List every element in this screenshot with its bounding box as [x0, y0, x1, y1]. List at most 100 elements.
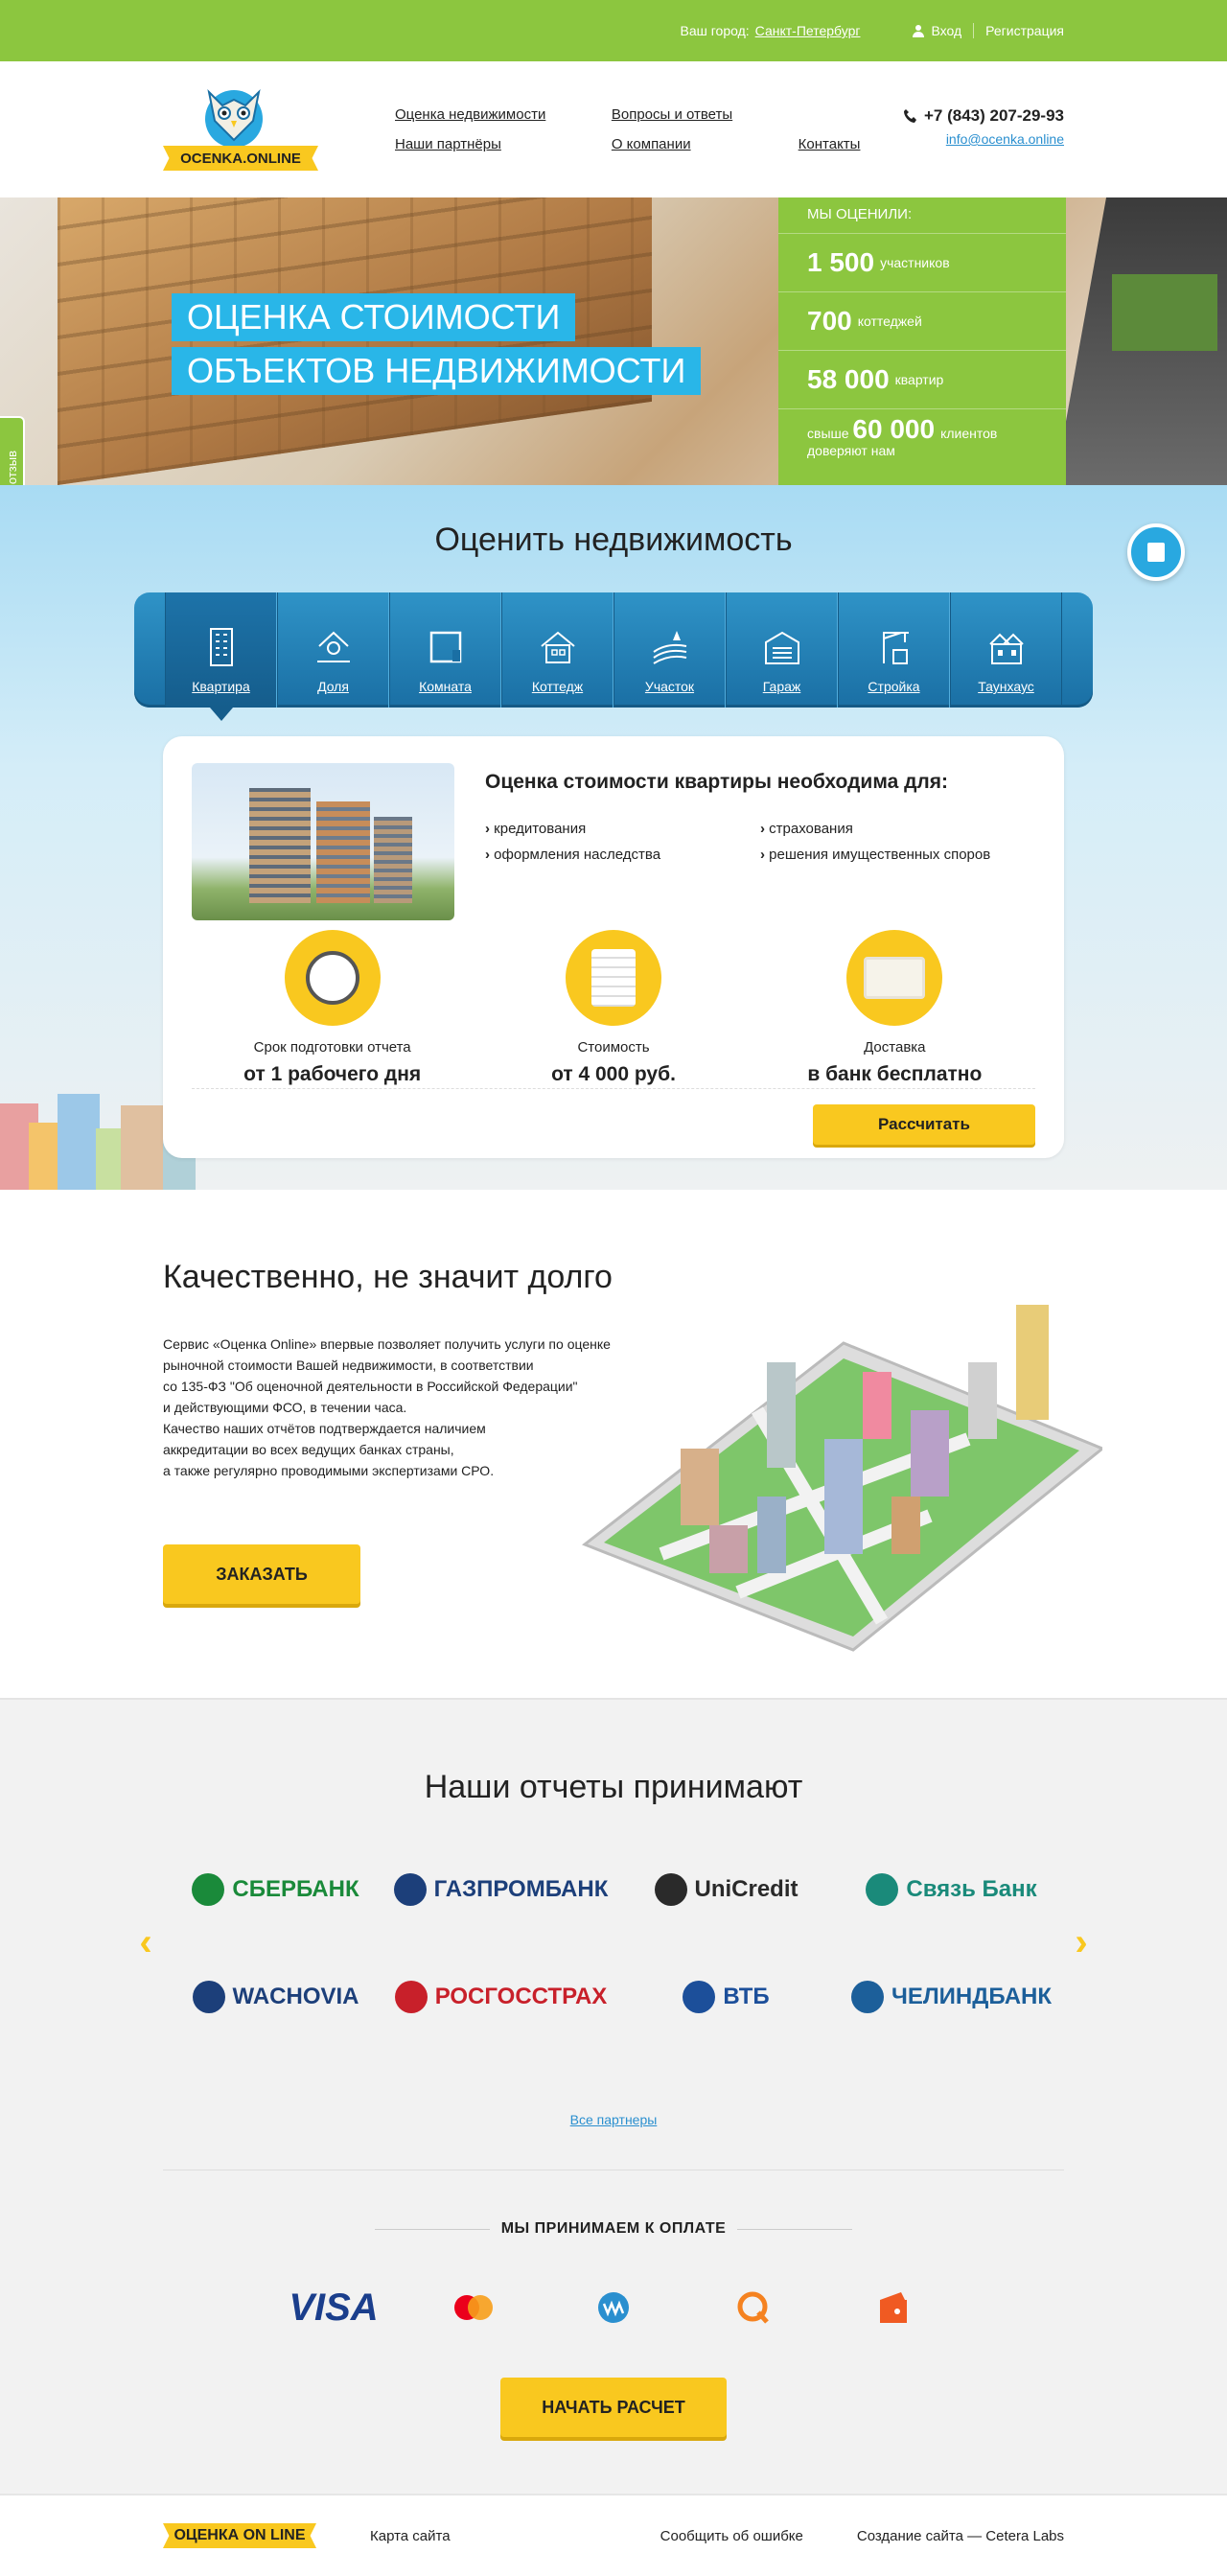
- tab-label: Гараж: [762, 679, 801, 694]
- tablet-city-illustration: [582, 1305, 1102, 1652]
- stat-row: 1 500 участников: [778, 234, 1066, 292]
- site-logo[interactable]: OCENKA.ONLINE: [163, 82, 318, 176]
- phone-number[interactable]: +7 (843) 207-29-93: [903, 106, 1064, 126]
- sitemap-link[interactable]: Карта сайта: [370, 2528, 660, 2544]
- nav-about[interactable]: О компании: [612, 136, 776, 152]
- tab-room[interactable]: Комната: [389, 592, 501, 708]
- quality-title: Качественно, не значит долго: [163, 1259, 613, 1295]
- email-link[interactable]: info@ocenka.online: [903, 131, 1064, 147]
- report-error-link[interactable]: Сообщить об ошибке: [660, 2528, 803, 2544]
- calculate-button[interactable]: Рассчитать: [813, 1104, 1035, 1145]
- register-link[interactable]: Регистрация: [974, 23, 1064, 38]
- tab-apartment-building[interactable]: Квартира: [165, 592, 277, 721]
- tab-label: Коттедж: [531, 679, 584, 694]
- order-button[interactable]: ЗАКАЗАТЬ: [163, 1544, 360, 1604]
- credits-link[interactable]: Создание сайта — Cetera Labs: [857, 2528, 1064, 2544]
- partner-logo[interactable]: WACHOVIA: [163, 1970, 388, 2024]
- partner-logo[interactable]: UniCredit: [614, 1863, 839, 1916]
- stat-row: 58 000 квартир: [778, 351, 1066, 409]
- hero-title-line2: ОБЪЕКТОВ НЕДВИЖИМОСТИ: [177, 347, 696, 395]
- footer-logo[interactable]: ОЦЕНКА ON LINE: [163, 2523, 316, 2548]
- partner-emblem-icon: [850, 1981, 884, 2013]
- stat-row: свыше 60 000 клиентов доверяют нам: [778, 409, 1066, 468]
- partner-emblem-icon: [866, 1873, 899, 1906]
- top-bar: Ваш город: Санкт-Петербург Вход Регистра…: [0, 0, 1227, 61]
- logo-text: OCENKA.ONLINE: [163, 146, 318, 171]
- partner-emblem-icon: [394, 1981, 428, 2013]
- feature-caption: Срок подготовки отчета: [253, 1039, 411, 1056]
- nav-faq[interactable]: Вопросы и ответы: [612, 106, 776, 123]
- tab-label: Доля: [317, 679, 349, 694]
- stat-row: 700 коттеджей: [778, 292, 1066, 351]
- price-receipt-icon: [590, 949, 636, 1007]
- reason-item: кредитования: [485, 821, 760, 837]
- login-link[interactable]: Вход: [912, 23, 975, 38]
- stat-value: 700: [807, 306, 852, 336]
- quality-section: Качественно, не значит долго Сервис «Оце…: [0, 1190, 1227, 1698]
- partner-emblem-icon: [192, 1981, 225, 2013]
- tab-townhouse[interactable]: Таунхаус: [950, 592, 1062, 708]
- house-share-icon: [316, 631, 350, 662]
- partner-name: WACHOVIA: [232, 1984, 359, 2009]
- partner-logo[interactable]: ЧЕЛИНДБАНК: [839, 1970, 1064, 2024]
- tab-house-share[interactable]: Доля: [277, 592, 389, 708]
- start-calculation-button[interactable]: НАЧАТЬ РАСЧЕТ: [500, 2378, 727, 2437]
- payment-methods: VISA: [0, 2284, 1227, 2332]
- carousel-next-arrow-icon[interactable]: ›: [1070, 1921, 1093, 1963]
- site-header: OCENKA.ONLINE Оценка недвижимости Вопрос…: [0, 61, 1227, 197]
- phone-icon: [903, 109, 916, 123]
- reason-item: оформления наследства: [485, 847, 760, 863]
- tab-label: Квартира: [192, 679, 250, 694]
- apartment-photo: [192, 763, 454, 920]
- land-plot-icon: [652, 631, 686, 664]
- nav-valuation[interactable]: Оценка недвижимости: [395, 106, 589, 123]
- feature-price: Стоимость от 4 000 руб.: [473, 930, 753, 1088]
- stat-value: 1 500: [807, 247, 875, 277]
- partner-logo[interactable]: СБЕРБАНК: [163, 1863, 388, 1916]
- hero-title-line1: ОЦЕНКА СТОИМОСТИ: [177, 293, 570, 341]
- stat-label: квартир: [894, 372, 944, 387]
- partner-logo[interactable]: ВТБ: [614, 1970, 839, 2024]
- partner-logo[interactable]: РОСГОССТРАХ: [388, 1970, 614, 2024]
- feature-value: от 1 рабочего дня: [243, 1063, 422, 1085]
- partner-logo[interactable]: Связь Банк: [839, 1863, 1064, 1916]
- user-icon: [913, 25, 925, 37]
- features-row: Срок подготовки отчета от 1 рабочего дня…: [192, 930, 1035, 1089]
- estimate-section: Оценить недвижимость Квартира Доля Комната…: [0, 485, 1227, 1190]
- login-label: Вход: [931, 23, 962, 38]
- reasons-list: кредитования страхования оформления насл…: [485, 821, 1035, 863]
- partner-logo[interactable]: ГАЗПРОМБАНК: [388, 1863, 614, 1916]
- stat-value: 58 000: [807, 364, 890, 394]
- stat-prefix: свыше: [807, 426, 849, 441]
- tab-land-plot[interactable]: Участок: [614, 592, 726, 708]
- all-partners-link[interactable]: Все партнеры: [0, 2112, 1227, 2170]
- nav-contacts[interactable]: Контакты: [799, 136, 903, 152]
- carousel-prev-arrow-icon[interactable]: ‹: [134, 1921, 157, 1963]
- feedback-tab-label: оставить отзыв: [5, 451, 19, 485]
- tab-construction-crane[interactable]: Стройка: [838, 592, 950, 708]
- partner-name: СБЕРБАНК: [232, 1876, 359, 1902]
- partners-carousel: ‹ СБЕРБАНК ГАЗПРОМБАНК UniCredit Связь Банк…: [134, 1863, 1093, 2074]
- partner-emblem-icon: [393, 1873, 427, 1906]
- stats-heading: МЫ ОЦЕНИЛИ:: [778, 205, 1066, 234]
- site-footer: ОЦЕНКА ON LINE Карта сайта Сообщить об о…: [0, 2494, 1227, 2576]
- city-selector[interactable]: Санкт-Петербург: [755, 23, 861, 38]
- stat-label: клиентов: [940, 426, 998, 441]
- partner-name: РОСГОССТРАХ: [434, 1984, 608, 2009]
- partner-name: Связь Банк: [906, 1876, 1037, 1902]
- webmoney-icon: [598, 2292, 629, 2323]
- feedback-tab[interactable]: оставить отзыв: [0, 416, 25, 485]
- nav-empty: [799, 106, 903, 123]
- owl-logo-icon: [205, 88, 263, 148]
- tab-cottage[interactable]: Коттедж: [501, 592, 614, 708]
- stat-suffix: доверяют нам: [807, 443, 895, 458]
- construction-crane-icon: [882, 632, 909, 664]
- reason-item: страхования: [760, 821, 1035, 837]
- nav-partners[interactable]: Наши партнёры: [395, 136, 589, 152]
- feature-term: Срок подготовки отчета от 1 рабочего дня: [192, 930, 473, 1088]
- tab-garage[interactable]: Гараж: [726, 592, 838, 708]
- partner-emblem-icon: [654, 1873, 687, 1906]
- feature-value: от 4 000 руб.: [551, 1063, 676, 1085]
- feature-caption: Стоимость: [577, 1039, 650, 1056]
- chat-button[interactable]: [1127, 523, 1185, 581]
